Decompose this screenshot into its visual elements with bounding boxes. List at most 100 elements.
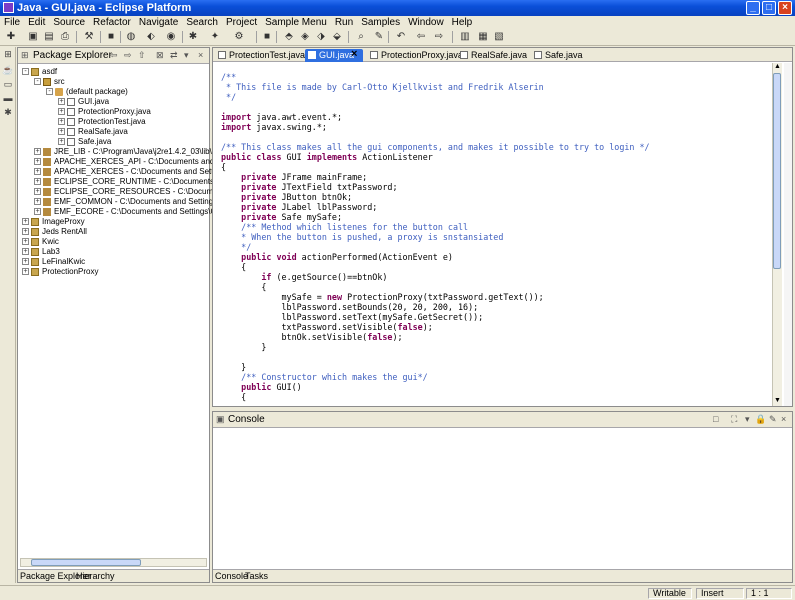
new-interface-icon[interactable]: ◈	[298, 30, 312, 44]
back-arrow-icon[interactable]: ⇦	[414, 30, 428, 44]
new-folder-icon[interactable]: ⬗	[314, 30, 328, 44]
tree-item[interactable]: - (default package)	[46, 87, 128, 97]
expand-toggle-icon[interactable]: +	[58, 98, 65, 106]
terminate-icon[interactable]: ■	[260, 30, 274, 44]
tree-item[interactable]: + Jeds RentAll	[22, 227, 87, 237]
link-with-editor-icon[interactable]: ⇄	[170, 50, 178, 61]
tree-item[interactable]: + Kwic	[22, 237, 59, 247]
view-menu-icon[interactable]: ▾	[184, 50, 189, 61]
maximize-button[interactable]: □	[762, 1, 776, 15]
tree-item[interactable]: + RealSafe.java	[58, 127, 128, 137]
close-tab-icon[interactable]: ×	[351, 48, 357, 60]
tab-tasks[interactable]: Tasks	[245, 571, 268, 581]
expand-toggle-icon[interactable]: +	[34, 158, 41, 166]
expand-toggle-icon[interactable]: +	[22, 218, 29, 226]
tree-item[interactable]: + ProtectionProxy	[22, 267, 98, 277]
collapse-toggle-icon[interactable]: -	[22, 68, 29, 76]
new-class-icon[interactable]: ◉	[164, 30, 178, 44]
tree-item[interactable]: + Lab3	[22, 247, 60, 257]
new-java-project-icon[interactable]: ⬖	[144, 30, 158, 44]
expand-toggle-icon[interactable]: +	[34, 188, 41, 196]
expand-toggle-icon[interactable]: +	[58, 108, 65, 116]
close-view-icon[interactable]: ×	[198, 50, 203, 60]
expand-toggle-icon[interactable]: +	[34, 178, 41, 186]
perspective-icon[interactable]: ▧	[492, 30, 506, 44]
horizontal-scrollbar[interactable]	[20, 558, 207, 567]
scroll-down-icon[interactable]: ▼	[773, 397, 782, 406]
tab-realsafe-java[interactable]: RealSafe.java	[457, 49, 527, 62]
close-view-icon[interactable]: ×	[781, 414, 786, 424]
tab-safe-java[interactable]: Safe.java	[531, 49, 583, 62]
view-menu-icon[interactable]: ▾	[745, 414, 750, 425]
run-icon[interactable]: ✦	[208, 30, 222, 44]
scroll-thumb[interactable]	[773, 73, 781, 269]
expand-toggle-icon[interactable]: +	[34, 198, 41, 206]
java-perspective-icon[interactable]: ☕	[2, 65, 14, 76]
expand-toggle-icon[interactable]: +	[34, 148, 41, 156]
new-icon[interactable]: ✚	[4, 30, 18, 44]
forward-arrow-icon[interactable]: ⇨	[432, 30, 446, 44]
tree-item[interactable]: + ImageProxy	[22, 217, 85, 227]
close-button[interactable]: ×	[778, 1, 792, 15]
java-icon	[67, 107, 75, 116]
minimize-button[interactable]: _	[746, 1, 760, 15]
scroll-thumb[interactable]	[31, 559, 141, 566]
clear-console-icon[interactable]: □	[713, 414, 718, 424]
scroll-up-icon[interactable]: ▲	[773, 63, 782, 72]
open-perspective-icon[interactable]: ⊞	[2, 49, 14, 60]
expand-toggle-icon[interactable]: +	[34, 168, 41, 176]
collapse-all-icon[interactable]: ⊠	[156, 50, 164, 61]
save-icon[interactable]: ▣	[26, 30, 40, 44]
code-token: );	[392, 332, 403, 342]
back-icon[interactable]: ⇦	[110, 50, 118, 61]
tab-console[interactable]: Console	[215, 571, 248, 581]
globe-icon[interactable]: ◍	[124, 30, 138, 44]
external-tools-icon[interactable]: ⚙	[232, 30, 246, 44]
editor-vertical-scrollbar[interactable]: ▲ ▼	[772, 63, 782, 406]
expand-toggle-icon[interactable]: +	[22, 248, 29, 256]
tree-item[interactable]: + JRE_LIB - C:\Program\Java\j2re1.4.2_03\…	[34, 147, 228, 157]
expand-toggle-icon[interactable]: +	[22, 258, 29, 266]
tree-item[interactable]: + LeFinalKwic	[22, 257, 85, 267]
expand-toggle-icon[interactable]: +	[34, 208, 41, 216]
code-token: {	[221, 162, 227, 172]
expand-toggle-icon[interactable]: +	[22, 228, 29, 236]
tree-item[interactable]: + ProtectionTest.java	[58, 117, 146, 127]
stop-icon[interactable]: ■	[104, 30, 118, 44]
tab-hierarchy[interactable]: Hierarchy	[76, 571, 115, 581]
debug-perspective-icon[interactable]: ✱	[2, 107, 14, 118]
tab-protectionproxy-java[interactable]: ProtectionProxy.java	[367, 49, 463, 62]
hierarchy-icon[interactable]: ▦	[476, 30, 490, 44]
tree-item[interactable]: + Safe.java	[58, 137, 111, 147]
tree-item[interactable]: + ProtectionProxy.java	[58, 107, 151, 117]
open-type-icon[interactable]: ⬙	[330, 30, 344, 44]
build-icon[interactable]: ⚒	[82, 30, 96, 44]
up-icon[interactable]: ⇧	[138, 50, 146, 61]
new-package-icon[interactable]: ⬘	[282, 30, 296, 44]
code-editor[interactable]: /** * This file is made by Carl-Otto Kje…	[221, 72, 769, 402]
tab-protectiontest-java[interactable]: ProtectionTest.java	[215, 49, 305, 62]
tree-item[interactable]: - src	[34, 77, 65, 87]
forward-icon[interactable]: ⇨	[124, 50, 132, 61]
outline-icon[interactable]: ▥	[458, 30, 472, 44]
pen-icon[interactable]: ✎	[372, 30, 386, 44]
cvs-perspective-icon[interactable]: ▬	[2, 93, 14, 104]
tree-item[interactable]: + GUI.java	[58, 97, 109, 107]
save-all-icon[interactable]: ▤	[42, 30, 56, 44]
expand-toggle-icon[interactable]: +	[22, 268, 29, 276]
print-icon[interactable]: ⎙	[58, 30, 72, 44]
collapse-toggle-icon[interactable]: -	[34, 78, 41, 86]
expand-toggle-icon[interactable]: +	[58, 128, 65, 136]
resource-perspective-icon[interactable]: ▭	[2, 79, 14, 90]
expand-toggle-icon[interactable]: +	[58, 118, 65, 126]
pin-console-icon[interactable]: 🔒	[755, 414, 766, 425]
tree-item[interactable]: - asdf	[22, 67, 57, 77]
clear-icon[interactable]: ✎	[769, 414, 777, 425]
debug-icon[interactable]: ✱	[186, 30, 200, 44]
search-icon[interactable]: ⌕	[354, 30, 368, 44]
display-selected-console-icon[interactable]: ⛶	[731, 414, 737, 425]
collapse-toggle-icon[interactable]: -	[46, 88, 53, 96]
last-edit-icon[interactable]: ↶	[394, 30, 408, 44]
expand-toggle-icon[interactable]: +	[58, 138, 65, 146]
expand-toggle-icon[interactable]: +	[22, 238, 29, 246]
